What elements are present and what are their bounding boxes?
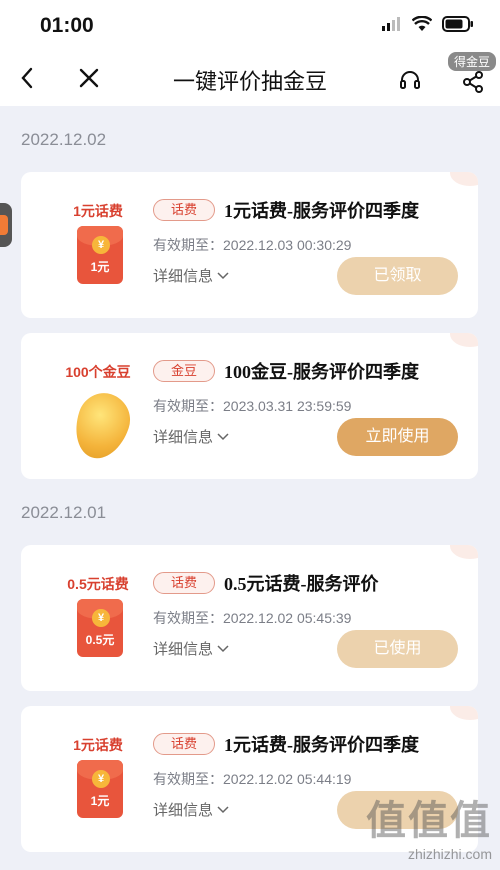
use-now-button[interactable]: 立即使用 <box>337 418 458 456</box>
coin-icon: ¥ <box>92 609 110 627</box>
gold-bean-icon <box>67 386 137 466</box>
wifi-icon <box>412 16 432 31</box>
category-tag: 金豆 <box>153 360 215 382</box>
detail-toggle[interactable]: 详细信息 <box>153 265 229 286</box>
red-envelope-icon: ¥ 1元 <box>77 760 123 818</box>
watermark-url: zhizhizhi.com <box>407 846 492 862</box>
detail-label: 详细信息 <box>153 641 214 658</box>
thumbnail-title: 100个金豆 <box>65 364 131 380</box>
reward-thumbnail: 0.5元话费 ¥ 0.5元 <box>43 569 153 679</box>
detail-toggle[interactable]: 详细信息 <box>153 638 229 659</box>
thumbnail-title: 0.5元话费 <box>67 576 129 592</box>
floating-side-tab[interactable] <box>0 203 12 247</box>
reward-card: 0.5元话费 ¥ 0.5元 话费 0.5元话费-服务评价 有效期至：2022.1… <box>21 545 478 691</box>
card-corner <box>450 545 478 559</box>
reward-title: 0.5元话费-服务评价 <box>224 574 379 594</box>
reward-thumbnail: 100个金豆 <box>43 357 153 467</box>
chevron-down-icon <box>217 432 229 440</box>
status-icons <box>382 16 474 32</box>
envelope-value: 0.5元 <box>85 633 115 647</box>
detail-toggle[interactable]: 详细信息 <box>153 426 229 447</box>
envelope-value: 1元 <box>90 794 110 808</box>
card-corner <box>450 172 478 186</box>
reward-thumbnail: 1元话费 ¥ 1元 <box>43 730 153 840</box>
detail-label: 详细信息 <box>153 268 214 285</box>
used-button[interactable]: 已使用 <box>337 630 458 668</box>
category-tag: 话费 <box>153 733 215 755</box>
envelope-value: 1元 <box>90 260 110 274</box>
category-tag: 话费 <box>153 199 215 221</box>
red-envelope-icon: ¥ 0.5元 <box>77 599 123 657</box>
battery-icon <box>442 16 473 32</box>
chevron-down-icon <box>217 271 229 279</box>
headset-icon[interactable] <box>398 68 422 92</box>
expiry-text: 有效期至：2022.12.03 00:30:29 <box>153 237 352 253</box>
detail-label: 详细信息 <box>153 802 214 819</box>
chevron-down-icon <box>217 805 229 813</box>
reward-card: 100个金豆 金豆 100金豆-服务评价四季度 有效期至：2023.03.31 … <box>21 333 478 479</box>
category-tag: 话费 <box>153 572 215 594</box>
thumbnail-title: 1元话费 <box>73 203 123 219</box>
red-envelope-icon: ¥ 1元 <box>77 226 123 284</box>
detail-label: 详细信息 <box>153 429 214 446</box>
page-title: 一键评价抽金豆 <box>172 69 327 94</box>
watermark: 值值值 zhizhizhi.com <box>366 788 492 862</box>
detail-toggle[interactable]: 详细信息 <box>153 799 229 820</box>
expiry-text: 有效期至：2022.12.02 05:44:19 <box>153 771 352 787</box>
expiry-text: 有效期至：2023.03.31 23:59:59 <box>153 398 352 414</box>
nav-bar: 一键评价抽金豆 得金豆 <box>0 50 500 107</box>
date-header: 2022.12.02 <box>21 130 107 149</box>
reward-title: 1元话费-服务评价四季度 <box>224 735 419 755</box>
reward-thumbnail: 1元话费 ¥ 1元 <box>43 196 153 306</box>
chevron-down-icon <box>217 644 229 652</box>
reward-card: 1元话费 ¥ 1元 话费 1元话费-服务评价四季度 有效期至：2022.12.0… <box>21 172 478 318</box>
card-corner <box>450 706 478 720</box>
watermark-logo: 值值值 <box>366 799 492 843</box>
reward-title: 1元话费-服务评价四季度 <box>224 201 419 221</box>
thumbnail-title: 1元话费 <box>73 737 123 753</box>
reward-badge: 得金豆 <box>447 52 496 71</box>
coin-icon: ¥ <box>92 236 110 254</box>
card-corner <box>450 333 478 347</box>
status-time: 01:00 <box>40 14 94 37</box>
date-header: 2022.12.01 <box>21 503 107 522</box>
claimed-button[interactable]: 已领取 <box>337 257 458 295</box>
signal-icon <box>382 17 400 31</box>
reward-list: 2022.12.02 1元话费 ¥ 1元 话费 1元话费-服务评价四季度 有效期… <box>0 106 500 870</box>
status-bar: 01:00 <box>0 0 500 50</box>
coin-icon: ¥ <box>92 770 110 788</box>
share-icon[interactable] <box>461 70 485 94</box>
reward-title: 100金豆-服务评价四季度 <box>224 362 419 382</box>
expiry-text: 有效期至：2022.12.02 05:45:39 <box>153 610 352 626</box>
